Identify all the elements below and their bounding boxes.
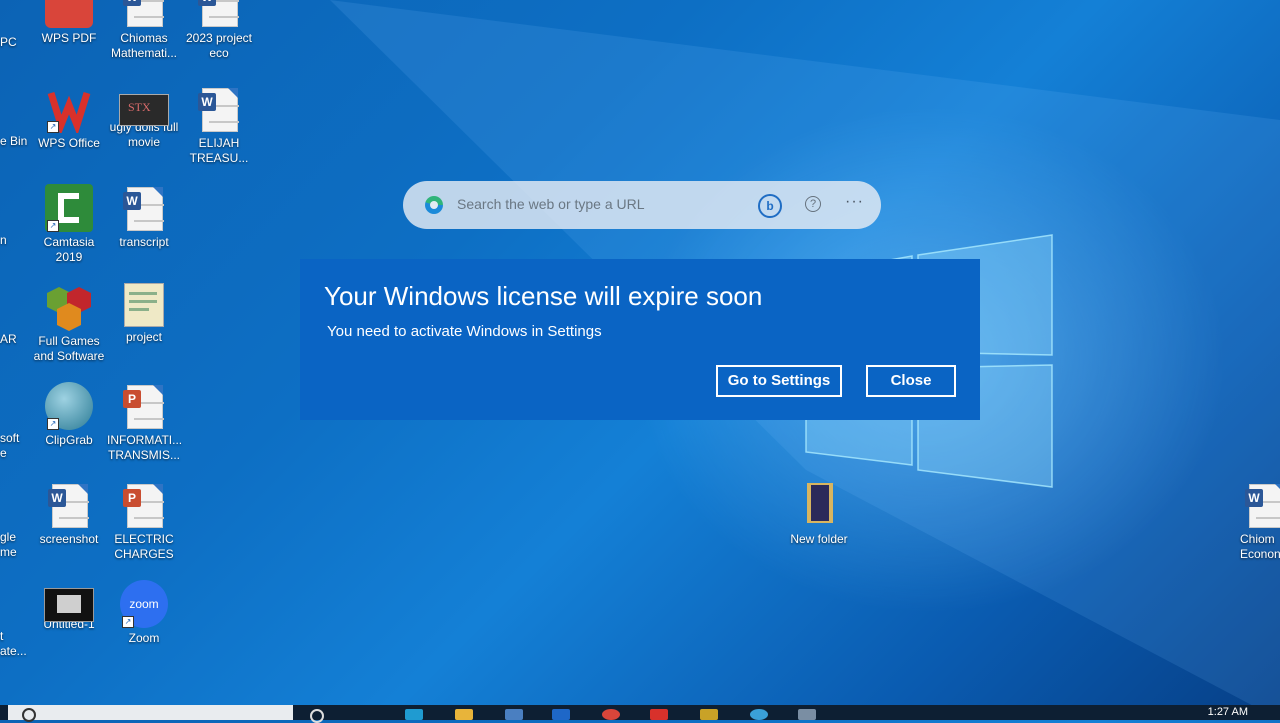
- desktop-icon-chiomas-mathematics[interactable]: W Chiomas Mathemati...: [107, 0, 181, 61]
- task-view-icon[interactable]: [310, 709, 324, 723]
- desktop-icon-electric-charges[interactable]: P ELECTRIC CHARGES: [107, 481, 181, 562]
- edge-taskbar-icon[interactable]: [405, 709, 423, 720]
- desktop-icon-google-chrome[interactable]: gle me: [0, 530, 22, 560]
- image-file-icon: [124, 283, 164, 327]
- desktop-icon-ugly-dolls[interactable]: STX ugly dolls full movie: [107, 85, 181, 150]
- desktop-icon-cut-2[interactable]: t ate...: [0, 629, 27, 659]
- word-document-icon: W: [1242, 481, 1280, 529]
- go-to-settings-button[interactable]: Go to Settings: [716, 365, 842, 397]
- desktop-icon-full-games[interactable]: Full Games and Software: [32, 283, 106, 364]
- store-icon[interactable]: [505, 709, 523, 720]
- desktop-icon-project[interactable]: project: [107, 283, 181, 345]
- video-file-icon: [44, 588, 94, 622]
- wps-office-icon: ↗: [45, 85, 93, 136]
- desktop-icon-clipgrab[interactable]: ↗ ClipGrab: [32, 382, 106, 448]
- desktop-icon-screenshot[interactable]: W screenshot: [32, 481, 106, 547]
- word-document-icon: W: [195, 0, 243, 28]
- license-expiry-dialog: Your Windows license will expire soon Yo…: [300, 259, 980, 420]
- chrome-taskbar-icon[interactable]: [602, 709, 620, 720]
- desktop-icon-untitled-1[interactable]: Untitled-1: [32, 580, 106, 632]
- desktop-icon-recycle-bin[interactable]: e Bin: [0, 134, 27, 149]
- edge-icon: [425, 196, 443, 214]
- desktop-icon-chiomas-economics[interactable]: W Chiom Econon: [1230, 481, 1280, 562]
- bing-chat-icon[interactable]: b: [758, 194, 782, 218]
- dialog-message: You need to activate Windows in Settings: [327, 323, 602, 340]
- taskbar: 1:27 AM: [0, 705, 1280, 723]
- cubes-icon: [45, 283, 93, 331]
- app-taskbar-icon-3[interactable]: [798, 709, 816, 720]
- desktop-icon-new-folder[interactable]: New folder: [782, 481, 856, 547]
- desktop-icon-information-transmission[interactable]: P INFORMATI... TRANSMIS...: [107, 382, 182, 463]
- mail-icon[interactable]: [552, 709, 570, 720]
- word-document-icon: W: [195, 85, 243, 133]
- zoom-icon: zoom ↗: [120, 580, 168, 628]
- clipgrab-icon: ↗: [45, 382, 93, 430]
- desktop-icon-camtasia[interactable]: ↗ Camtasia 2019: [32, 184, 106, 265]
- wps-pdf-icon: [45, 0, 93, 28]
- powerpoint-document-icon: P: [120, 481, 168, 529]
- word-document-icon: W: [120, 184, 168, 232]
- desktop-icon-this-pc[interactable]: PC: [0, 35, 17, 50]
- help-icon[interactable]: ?: [805, 196, 821, 212]
- dialog-title: Your Windows license will expire soon: [324, 281, 763, 311]
- camtasia-icon: ↗: [45, 184, 93, 232]
- desktop-icon-cut-1[interactable]: n: [0, 233, 7, 248]
- more-options-icon[interactable]: ···: [845, 193, 864, 211]
- app-taskbar-icon-2[interactable]: [750, 709, 768, 720]
- app-taskbar-icon[interactable]: [700, 709, 718, 720]
- word-document-icon: W: [45, 481, 93, 529]
- desktop-icon-zoom[interactable]: zoom ↗ Zoom: [107, 580, 181, 646]
- taskbar-clock[interactable]: 1:27 AM: [1208, 706, 1248, 718]
- desktop-icon-microsoft-edge[interactable]: soft e: [0, 431, 22, 461]
- desktop-icon-elijah-treasure[interactable]: W ELIJAH TREASU...: [182, 85, 256, 166]
- desktop-icon-wps-pdf[interactable]: WPS PDF: [32, 0, 106, 46]
- video-file-icon: STX: [119, 94, 169, 126]
- word-document-icon: W: [120, 0, 168, 28]
- folder-icon: [795, 481, 843, 529]
- wps-taskbar-icon[interactable]: [650, 709, 668, 720]
- taskbar-search-box[interactable]: [8, 705, 293, 722]
- web-search-bar[interactable]: Search the web or type a URL b ? ···: [403, 181, 881, 229]
- powerpoint-document-icon: P: [120, 382, 168, 430]
- desktop-icon-winrar[interactable]: AR: [0, 332, 17, 347]
- file-explorer-icon[interactable]: [455, 709, 473, 720]
- desktop-icon-transcript[interactable]: W transcript: [107, 184, 181, 250]
- desktop-icon-2023-project-eco[interactable]: W 2023 project eco: [182, 0, 256, 61]
- search-input[interactable]: Search the web or type a URL: [457, 196, 645, 212]
- desktop-icon-wps-office[interactable]: ↗ WPS Office: [32, 85, 106, 151]
- close-button[interactable]: Close: [866, 365, 956, 397]
